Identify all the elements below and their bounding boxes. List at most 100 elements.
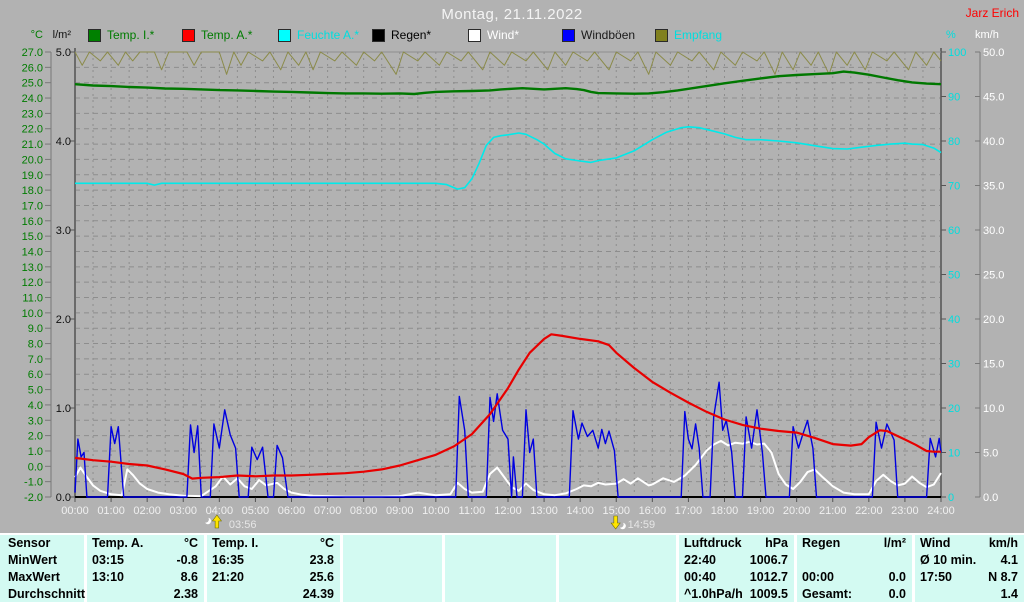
tick-kmh: 20.0 <box>983 314 1004 326</box>
column-name: Luftdruck <box>684 535 742 552</box>
table-row: Ø 10 min.4.1 <box>920 552 1018 569</box>
tick-kmh: 15.0 <box>983 359 1004 371</box>
table-row: 1.4 <box>920 586 1018 602</box>
unit-label-kmh: km/h <box>975 29 999 41</box>
table-row <box>450 552 550 569</box>
table-row <box>564 552 670 569</box>
table-row <box>802 552 906 569</box>
column-name: Temp. A. <box>92 535 143 552</box>
tick-hour: 02:00 <box>133 505 161 517</box>
table-column-luftdruck: LuftdruckhPa22:401006.700:401012.7^1.0hP… <box>684 535 788 602</box>
table-row <box>348 586 436 602</box>
tick-hour: 17:00 <box>675 505 703 517</box>
tick-temp: 15.0 <box>22 231 43 243</box>
tick-temp: 16.0 <box>22 216 43 228</box>
tick-hour: 00:00 <box>61 505 89 517</box>
tick-temp: 20.0 <box>22 154 43 166</box>
cell-time: 22:40 <box>684 552 716 569</box>
cell-value: 25.6 <box>310 569 334 586</box>
column-unit: °C <box>320 535 334 552</box>
tick-hour: 08:00 <box>350 505 378 517</box>
tick-temp: 4.0 <box>28 400 43 412</box>
cell-time: Gesamt: <box>802 586 852 602</box>
cell-time: 00:00 <box>802 569 834 586</box>
tick-rain: 4.0 <box>56 136 71 148</box>
tick-kmh: 35.0 <box>983 181 1004 193</box>
table-row: ^1.0hPa/h1009.5 <box>684 586 788 602</box>
table-row <box>450 586 550 602</box>
column-unit: km/h <box>989 535 1018 552</box>
table-column-empty-2 <box>348 535 436 602</box>
tick-hour: 16:00 <box>639 505 667 517</box>
row-header-label: MinWert <box>8 552 57 569</box>
marker-time-label: 03:56 <box>229 519 257 531</box>
tick-pct: 100 <box>948 47 966 59</box>
cell-value: 1012.7 <box>750 569 788 586</box>
tick-temp: 10.0 <box>22 308 43 320</box>
table-column-divider <box>340 535 343 602</box>
tick-temp: 23.0 <box>22 108 43 120</box>
cell-value: 8.6 <box>181 569 198 586</box>
table-column-divider <box>556 535 559 602</box>
tick-hour: 15:00 <box>602 505 630 517</box>
tick-temp: 12.0 <box>22 277 43 289</box>
tick-hour: 04:00 <box>206 505 234 517</box>
tick-hour: 11:00 <box>459 505 486 517</box>
marker-time-label: 14:59 <box>628 519 656 531</box>
tick-kmh: 40.0 <box>983 136 1004 148</box>
tick-temp: 6.0 <box>28 369 43 381</box>
cell-time: 00:40 <box>684 569 716 586</box>
tick-pct: 70 <box>948 181 960 193</box>
cell-value: 1.4 <box>1001 586 1018 602</box>
cell-value: 1006.7 <box>750 552 788 569</box>
cell-time: 16:35 <box>212 552 244 569</box>
tick-temp: 24.0 <box>22 93 43 105</box>
tick-temp: 13.0 <box>22 262 43 274</box>
table-row: 16:3523.8 <box>212 552 334 569</box>
tick-hour: 09:00 <box>386 505 414 517</box>
moonset-marker: 14:59 <box>611 516 655 531</box>
tick-hour: 21:00 <box>819 505 847 517</box>
column-name: Wind <box>920 535 950 552</box>
table-column-divider <box>442 535 445 602</box>
tick-hour: 24:00 <box>927 505 955 517</box>
unit-label-percent: % <box>946 29 956 41</box>
weather-chart-window: Montag, 21.11.2022 Jarz Erich Temp. I.*T… <box>0 0 1024 602</box>
chart-canvas: °Cl/m²%km/h27.026.025.024.023.022.021.02… <box>0 0 1024 602</box>
tick-pct: 10 <box>948 448 960 460</box>
summary-table: SensorMinWertMaxWertDurchschnittTemp. A.… <box>0 533 1024 602</box>
tick-pct: 60 <box>948 225 960 237</box>
cell-time: 17:50 <box>920 569 952 586</box>
row-header-label: Durchschnitt <box>8 586 85 602</box>
tick-hour: 19:00 <box>747 505 775 517</box>
table-column-regen: Regenl/m²00:000.0Gesamt:0.0 <box>802 535 906 602</box>
tick-pct: 0 <box>948 492 954 504</box>
cell-time: 13:10 <box>92 569 124 586</box>
cell-value: 2.38 <box>174 586 198 602</box>
tick-hour: 22:00 <box>855 505 883 517</box>
tick-temp: 11.0 <box>22 293 43 305</box>
tick-kmh: 45.0 <box>983 92 1004 104</box>
tick-temp: 27.0 <box>22 47 43 59</box>
tick-pct: 90 <box>948 92 960 104</box>
tick-hour: 01:00 <box>97 505 125 517</box>
row-header-label: MaxWert <box>8 569 60 586</box>
table-column-divider <box>676 535 679 602</box>
table-row: 22:40 1006.7 <box>684 552 788 569</box>
column-unit: °C <box>184 535 198 552</box>
tick-hour: 10:00 <box>422 505 450 517</box>
tick-temp: 22.0 <box>22 124 43 136</box>
cell-time: Ø 10 min. <box>920 552 976 569</box>
cell-value: 0.0 <box>889 586 906 602</box>
tick-hour: 23:00 <box>891 505 919 517</box>
tick-temp: 7.0 <box>28 354 43 366</box>
tick-temp: 0.0 <box>28 461 43 473</box>
tick-kmh: 25.0 <box>983 270 1004 282</box>
tick-hour: 07:00 <box>314 505 342 517</box>
tick-temp: 25.0 <box>22 78 43 90</box>
table-column-divider <box>912 535 915 602</box>
table-column-wind: Wind km/hØ 10 min.4.117:50 N 8.71.4 <box>920 535 1018 602</box>
table-column-empty-3 <box>450 535 550 602</box>
cell-value: N 8.7 <box>988 569 1018 586</box>
tick-rain: 5.0 <box>56 47 71 59</box>
